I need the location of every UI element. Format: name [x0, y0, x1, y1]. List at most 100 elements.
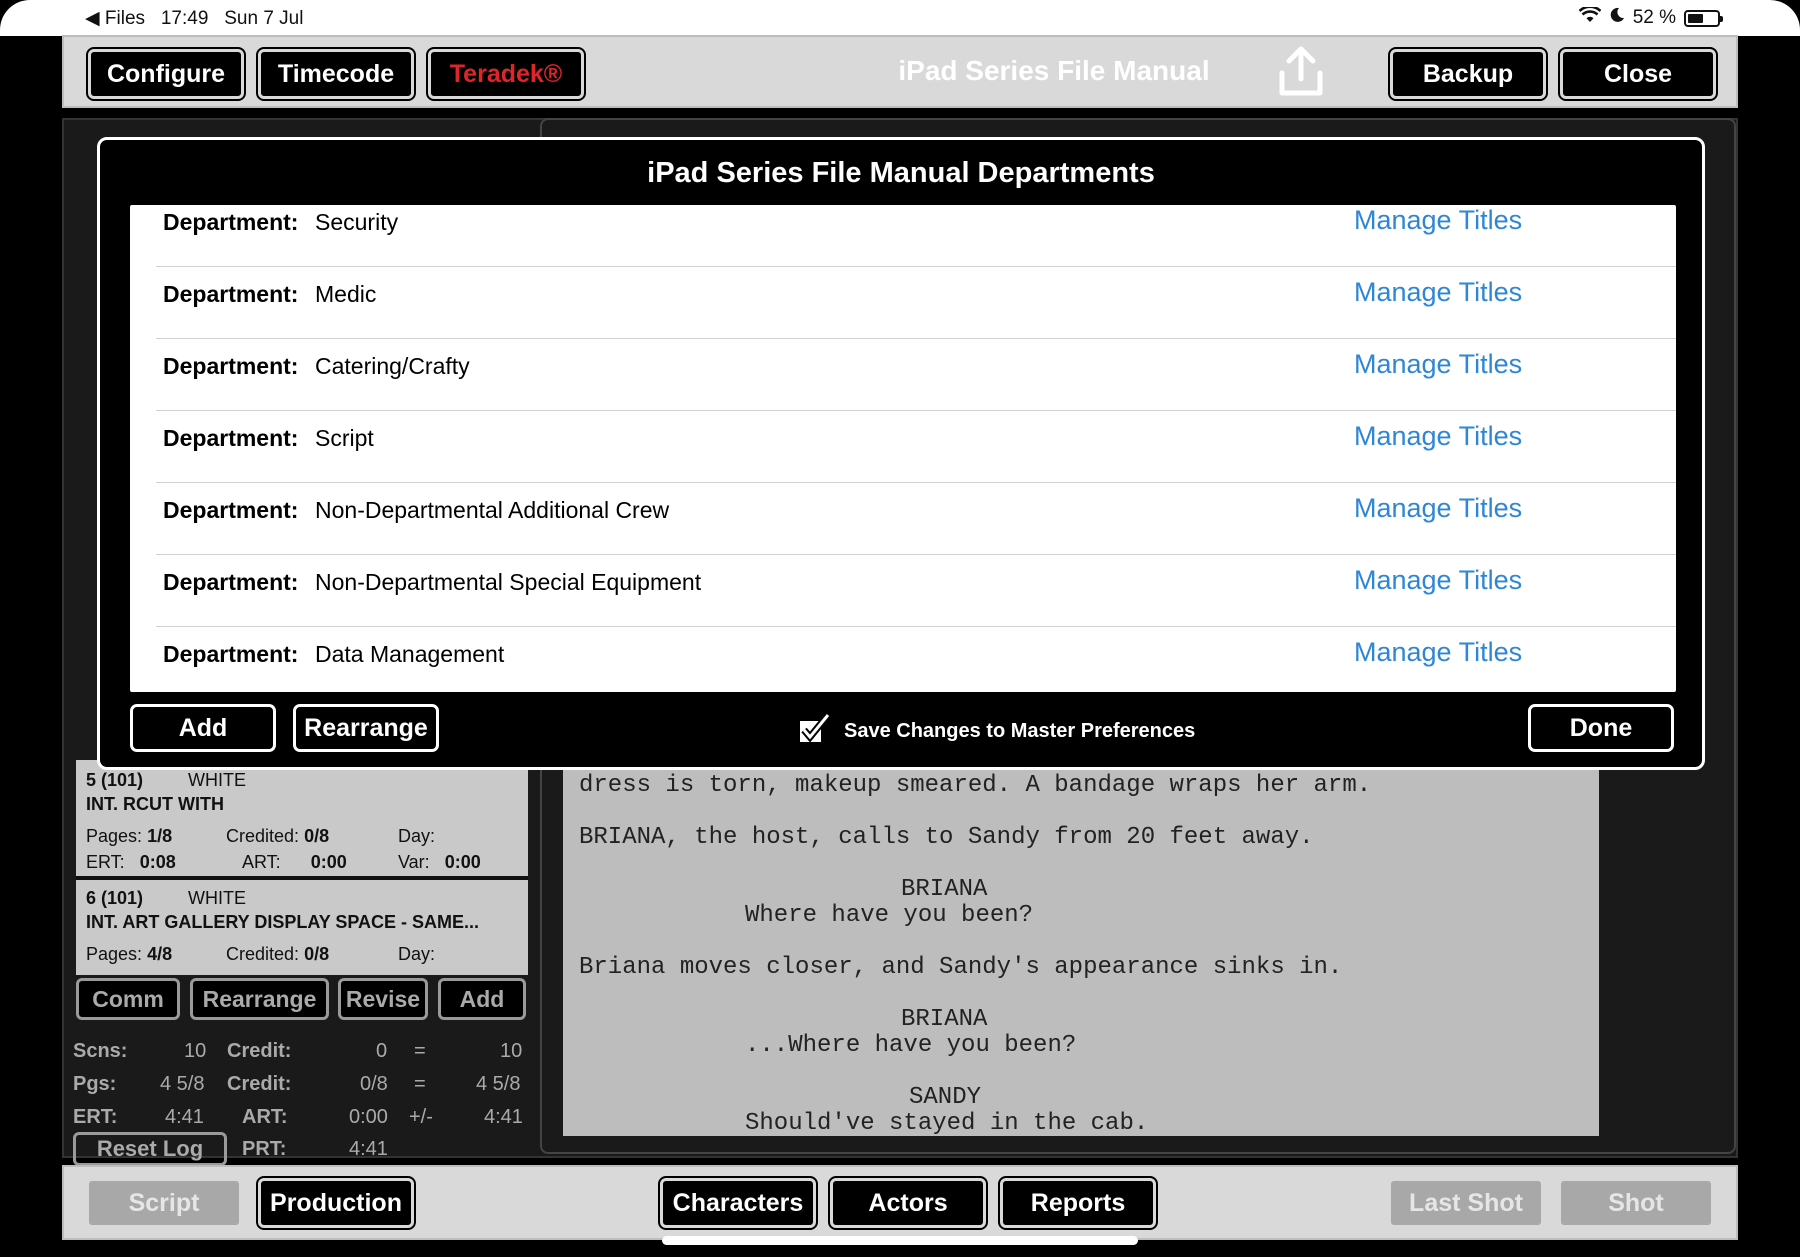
- checkbox-checked-icon[interactable]: [798, 712, 832, 750]
- manage-titles-link[interactable]: Manage Titles: [1354, 205, 1522, 236]
- home-indicator[interactable]: [662, 1236, 1138, 1245]
- stats-panel: Scns: 10 Credit: 0 = 10 Pgs: 4 5/8 Credi…: [0, 1036, 540, 1166]
- scene-divider: [76, 876, 528, 880]
- configure-button[interactable]: Configure: [86, 47, 246, 101]
- share-icon[interactable]: [1276, 43, 1326, 101]
- characters-tab[interactable]: Characters: [658, 1176, 818, 1230]
- stat-label: ART:: [242, 1106, 288, 1128]
- scene-day: Day:: [398, 826, 436, 846]
- stat-value: 4:41: [165, 1106, 204, 1128]
- comm-button[interactable]: Comm: [76, 978, 180, 1020]
- department-label: Department:: [163, 497, 299, 523]
- department-label: Department:: [163, 425, 299, 451]
- stat-value: 10: [500, 1040, 523, 1062]
- scene-ert: ERT: 0:08: [86, 852, 176, 872]
- department-name: Security: [315, 209, 399, 235]
- script-line: dress is torn, makeup smeared. A bandage…: [579, 772, 1372, 799]
- department-row[interactable]: Department: Data Management Manage Title…: [130, 627, 1676, 692]
- script-line: BRIANA, the host, calls to Sandy from 20…: [579, 824, 1314, 851]
- departments-list[interactable]: Department: Security Manage Titles Depar…: [130, 205, 1676, 692]
- revise-button[interactable]: Revise: [338, 978, 428, 1020]
- manage-titles-link[interactable]: Manage Titles: [1354, 637, 1522, 668]
- department-row[interactable]: Department: Medic Manage Titles: [130, 267, 1676, 339]
- department-row[interactable]: Department: Non-Departmental Additional …: [130, 483, 1676, 555]
- stat-label: Credit:: [227, 1040, 292, 1062]
- department-label: Department:: [163, 569, 299, 595]
- stat-eq: =: [414, 1073, 426, 1095]
- shot-button[interactable]: Shot: [1558, 1178, 1714, 1228]
- department-label: Department:: [163, 281, 299, 307]
- backup-button[interactable]: Backup: [1388, 47, 1548, 101]
- script-character: BRIANA: [901, 876, 988, 903]
- save-preferences-label: Save Changes to Master Preferences: [844, 719, 1196, 742]
- script-character: BRIANA: [901, 1006, 988, 1033]
- stat-label: ERT:: [73, 1106, 118, 1128]
- status-left: ◀ Files 17:49 Sun 7 Jul: [85, 7, 303, 30]
- department-name: Data Management: [315, 641, 505, 667]
- moon-icon: [1609, 7, 1625, 29]
- script-dialogue: ...Where have you been?: [745, 1032, 1077, 1059]
- scene-pages: Pages: 1/8: [86, 826, 173, 846]
- timecode-button[interactable]: Timecode: [256, 47, 416, 101]
- department-name: Medic: [315, 281, 377, 307]
- scene-list[interactable]: 5 (101) WHITE INT. RCUT WITH Pages: 1/8 …: [76, 760, 528, 975]
- scene-color: WHITE: [188, 770, 246, 790]
- stat-label: Pgs:: [73, 1073, 117, 1095]
- stat-label: Scns:: [73, 1040, 128, 1062]
- script-tab[interactable]: Script: [86, 1178, 242, 1228]
- department-row[interactable]: Department: Security Manage Titles: [130, 205, 1676, 267]
- modal-title: iPad Series File Manual Departments: [647, 157, 1155, 189]
- rearrange-scenes-button[interactable]: Rearrange: [190, 978, 329, 1020]
- manage-titles-link[interactable]: Manage Titles: [1354, 493, 1522, 524]
- stat-value: 4 5/8: [476, 1073, 521, 1095]
- bottom-toolbar: Script Production Characters Actors Repo…: [62, 1165, 1738, 1240]
- scene-day: Day:: [398, 944, 436, 964]
- actors-tab[interactable]: Actors: [828, 1176, 988, 1230]
- add-scene-button[interactable]: Add: [438, 978, 526, 1020]
- stat-value: 0:00: [349, 1106, 388, 1128]
- production-tab[interactable]: Production: [256, 1176, 416, 1230]
- reports-tab[interactable]: Reports: [998, 1176, 1158, 1230]
- stat-value: 4:41: [349, 1138, 388, 1160]
- wifi-icon: [1578, 5, 1602, 29]
- department-row[interactable]: Department: Catering/Crafty Manage Title…: [130, 339, 1676, 411]
- department-name: Non-Departmental Special Equipment: [315, 569, 702, 595]
- scene-slug: INT. RCUT WITH: [86, 794, 224, 814]
- stat-value: 4 5/8: [160, 1073, 205, 1095]
- add-department-button[interactable]: Add: [130, 704, 276, 752]
- close-button[interactable]: Close: [1558, 47, 1718, 101]
- manage-titles-link[interactable]: Manage Titles: [1354, 565, 1522, 596]
- department-row[interactable]: Department: Script Manage Titles: [130, 411, 1676, 483]
- reset-log-button[interactable]: Reset Log: [73, 1132, 227, 1166]
- status-date: Sun 7 Jul: [224, 8, 304, 29]
- script-dialogue: Where have you been?: [745, 902, 1034, 929]
- department-label: Department:: [163, 209, 299, 235]
- department-label: Department:: [163, 353, 299, 379]
- battery-icon: [1684, 9, 1723, 27]
- status-time: 17:49: [160, 8, 209, 29]
- last-shot-button[interactable]: Last Shot: [1388, 1178, 1544, 1228]
- script-dialogue: Should've stayed in the cab.: [745, 1110, 1149, 1137]
- rearrange-departments-button[interactable]: Rearrange: [293, 704, 439, 752]
- scene-credited: Credited: 0/8: [226, 826, 330, 846]
- department-label: Department:: [163, 641, 299, 667]
- done-button[interactable]: Done: [1528, 704, 1674, 752]
- department-name: Script: [315, 425, 374, 451]
- back-app-label[interactable]: Files: [105, 8, 145, 29]
- manage-titles-link[interactable]: Manage Titles: [1354, 349, 1522, 380]
- stat-pm: +/-: [409, 1106, 433, 1128]
- manage-titles-link[interactable]: Manage Titles: [1354, 421, 1522, 452]
- departments-modal: iPad Series File Manual Departments Depa…: [97, 137, 1705, 770]
- teradek-button[interactable]: Teradek®: [426, 47, 586, 101]
- save-preferences-toggle[interactable]: Save Changes to Master Preferences: [798, 712, 1195, 750]
- stat-label: Credit:: [227, 1073, 292, 1095]
- scene-credited: Credited: 0/8: [226, 944, 330, 964]
- stat-value: 10: [184, 1040, 207, 1062]
- stat-label: PRT:: [242, 1138, 287, 1160]
- script-line: Briana moves closer, and Sandy's appeara…: [579, 954, 1343, 981]
- back-arrow-icon[interactable]: ◀: [85, 8, 105, 29]
- manage-titles-link[interactable]: Manage Titles: [1354, 277, 1522, 308]
- script-page[interactable]: dress is torn, makeup smeared. A bandage…: [563, 760, 1599, 1137]
- department-row[interactable]: Department: Non-Departmental Special Equ…: [130, 555, 1676, 627]
- department-name: Non-Departmental Additional Crew: [315, 497, 670, 523]
